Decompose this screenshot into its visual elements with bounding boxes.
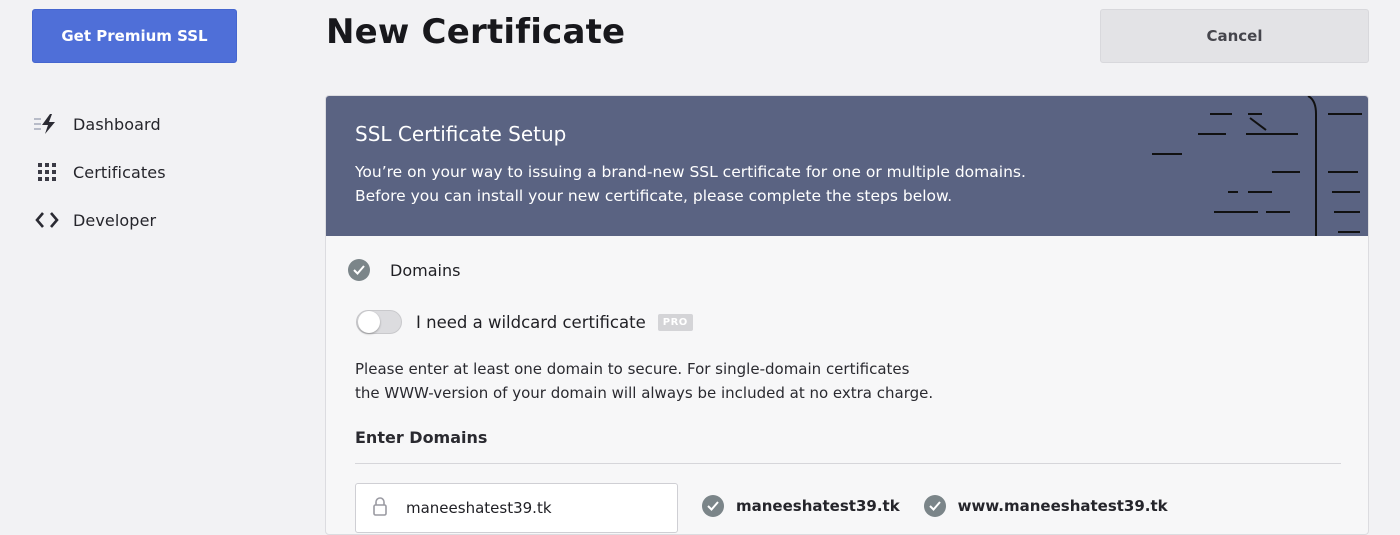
banner-title: SSL Certificate Setup <box>355 122 567 146</box>
certificate-setup-card: SSL Certificate Setup You’re on your way… <box>325 95 1369 535</box>
check-circle-icon <box>702 495 724 517</box>
lock-icon <box>372 496 390 520</box>
wildcard-toggle[interactable] <box>356 310 402 334</box>
get-premium-ssl-button[interactable]: Get Premium SSL <box>32 9 237 63</box>
code-icon <box>33 208 61 232</box>
domain-input[interactable] <box>404 498 648 518</box>
domain-list-item: maneeshatest39.tk <box>702 495 900 517</box>
domain-name: www.maneeshatest39.tk <box>957 497 1168 515</box>
domain-list-item: www.maneeshatest39.tk <box>923 495 1168 517</box>
grid-icon <box>33 160 61 184</box>
banner-line: You’re on your way to issuing a brand-ne… <box>355 163 1026 181</box>
domain-list: maneeshatest39.tk www.maneeshatest39.tk <box>702 495 1192 517</box>
sidebar-item-certificates[interactable]: Certificates <box>33 148 253 196</box>
step-label: Domains <box>390 260 461 280</box>
sidebar-item-label: Dashboard <box>73 114 161 134</box>
domain-input-field[interactable] <box>355 483 678 533</box>
sidebar-nav: Dashboard Certificates Developer <box>33 100 253 244</box>
step-domains: Domains <box>348 259 460 281</box>
lightning-icon <box>33 112 61 136</box>
wildcard-label: I need a wildcard certificate <box>416 312 646 332</box>
sidebar-item-developer[interactable]: Developer <box>33 196 253 244</box>
banner-decoration-graphic <box>1152 96 1362 236</box>
help-line: the WWW-version of your domain will alwa… <box>355 384 934 402</box>
sidebar-item-label: Certificates <box>73 162 166 182</box>
cancel-button[interactable]: Cancel <box>1100 9 1369 63</box>
enter-domains-label: Enter Domains <box>355 428 488 447</box>
sidebar-item-label: Developer <box>73 210 157 230</box>
domain-name: maneeshatest39.tk <box>736 497 900 515</box>
wildcard-toggle-row: I need a wildcard certificate PRO <box>356 310 693 334</box>
help-line: Please enter at least one domain to secu… <box>355 360 910 378</box>
toggle-knob <box>358 311 380 333</box>
banner-description: You’re on your way to issuing a brand-ne… <box>355 160 1115 208</box>
sidebar-item-dashboard[interactable]: Dashboard <box>33 100 253 148</box>
check-circle-icon <box>923 495 946 517</box>
banner-line: Before you can install your new certific… <box>355 187 953 205</box>
divider <box>355 463 1341 464</box>
check-circle-icon <box>348 259 370 281</box>
setup-banner: SSL Certificate Setup You’re on your way… <box>326 96 1368 236</box>
domain-help-text: Please enter at least one domain to secu… <box>355 357 1055 405</box>
page-title: New Certificate <box>326 12 626 52</box>
pro-badge: PRO <box>657 313 693 331</box>
